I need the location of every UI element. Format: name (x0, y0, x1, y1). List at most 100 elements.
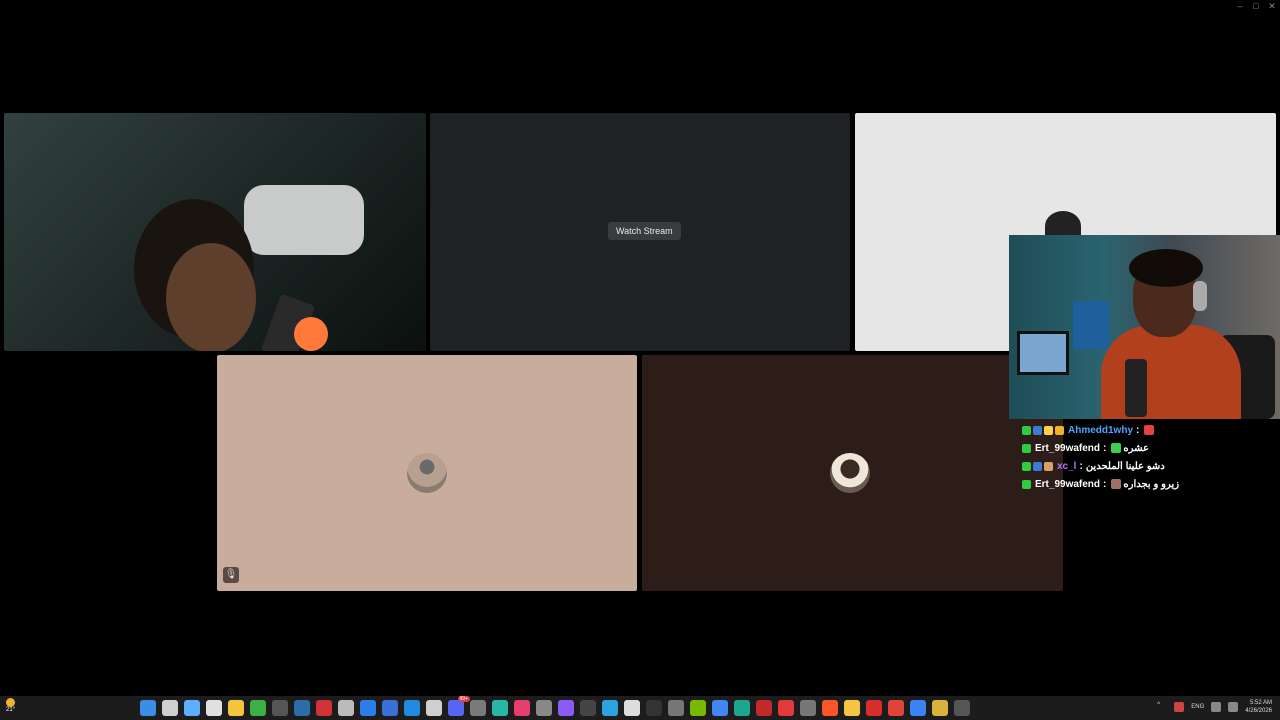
app-blue-icon[interactable] (382, 700, 398, 716)
wall-poster (1073, 301, 1109, 349)
chat-emote-icon (1144, 425, 1155, 435)
chat-username[interactable]: Ert_99wafend (1035, 443, 1100, 454)
weather-icon (6, 698, 16, 707)
chat-overlay: Ahmedd1why: Ert_99wafend: عشره xc_l: دشو علي… (1022, 421, 1272, 493)
chrome-icon[interactable] (712, 700, 728, 716)
file-explorer-icon[interactable] (228, 700, 244, 716)
chat-emote-icon (1111, 443, 1122, 453)
chat-badge-icon (1022, 443, 1031, 453)
nvidia-icon[interactable] (690, 700, 706, 716)
copilot-icon[interactable] (184, 700, 200, 716)
wifi-icon[interactable] (1211, 702, 1222, 712)
chat-badge-icon (1044, 425, 1053, 435)
streamer-facecam (1009, 235, 1280, 419)
app-blue3-icon[interactable] (910, 700, 926, 716)
app-atom-icon[interactable] (470, 700, 486, 716)
chat-emote-icon (1111, 479, 1122, 489)
start-icon[interactable] (140, 700, 156, 716)
volume-icon[interactable] (1228, 702, 1239, 712)
chat-badge-icon (1055, 425, 1064, 435)
background-pillow (244, 185, 364, 255)
maximize-button[interactable]: □ (1248, 0, 1264, 12)
chat-username[interactable]: Ert_99wafend (1035, 479, 1100, 490)
avatar (407, 453, 447, 493)
chat-username[interactable]: xc_l (1057, 461, 1076, 472)
minimize-button[interactable]: – (1232, 0, 1248, 12)
system-tray: ^ ENG 5:52 AM 4/26/2026 (1157, 699, 1272, 715)
chat-message: Ahmedd1why: (1022, 421, 1272, 439)
app-medal-icon[interactable] (932, 700, 948, 716)
chat-badge-icon (1022, 461, 1031, 471)
tiktok-icon[interactable] (514, 700, 530, 716)
streamer-hair (1129, 249, 1203, 287)
app-teal-icon[interactable] (492, 700, 508, 716)
capcut-icon[interactable] (624, 700, 640, 716)
avatar (830, 453, 870, 493)
chat-badge-icon (1022, 425, 1031, 435)
app-rec-icon[interactable] (756, 700, 772, 716)
chat-message-text: زيرو و بجداره (1123, 478, 1180, 490)
mail-icon[interactable] (360, 700, 376, 716)
app-grid-icon[interactable] (668, 700, 684, 716)
avatar-tile-5[interactable] (642, 355, 1063, 591)
steam-icon[interactable] (294, 700, 310, 716)
app-music-icon[interactable] (800, 700, 816, 716)
chat-username[interactable]: Ahmedd1why (1068, 425, 1133, 436)
close-button[interactable]: ✕ (1264, 0, 1280, 12)
chat-separator: : (1103, 442, 1107, 454)
language-indicator[interactable]: ENG (1191, 704, 1204, 710)
app-s-icon[interactable] (580, 700, 596, 716)
desk-light (294, 317, 328, 351)
chat-separator: : (1079, 460, 1083, 472)
chat-message: Ert_99wafend: زيرو و بجداره (1022, 475, 1272, 493)
chat-separator: : (1136, 424, 1140, 436)
chat-message: xc_l: دشو علينا الملحدين (1022, 457, 1272, 475)
chat-badge-icon (1033, 461, 1042, 471)
app-grey-icon[interactable] (954, 700, 970, 716)
headset (1193, 281, 1207, 311)
github-icon[interactable] (536, 700, 552, 716)
microphone (1125, 359, 1147, 417)
brave-icon[interactable] (822, 700, 838, 716)
chat-badge-icon (1022, 479, 1031, 489)
app-yellow-icon[interactable] (844, 700, 860, 716)
avatar-tile-4[interactable]: 🎙 (217, 355, 637, 591)
app-dark-icon[interactable] (646, 700, 662, 716)
notepad-icon[interactable] (426, 700, 442, 716)
clock-date: 4/26/2026 (1245, 708, 1272, 714)
mic-icon[interactable] (1174, 702, 1185, 712)
chat-separator: : (1103, 478, 1107, 490)
clock[interactable]: 5:52 AM 4/26/2026 (1245, 699, 1272, 715)
chat-message-text: عشره (1123, 442, 1150, 454)
task-view-icon[interactable] (206, 700, 222, 716)
weather-widget[interactable]: 21° (6, 698, 15, 713)
edge-icon[interactable] (734, 700, 750, 716)
telegram-icon[interactable] (602, 700, 618, 716)
app-car-icon[interactable] (888, 700, 904, 716)
monitor (1017, 331, 1069, 375)
app-gear-icon[interactable] (338, 700, 354, 716)
terminal-icon[interactable] (272, 700, 288, 716)
chat-badge-icon (1044, 461, 1053, 471)
app-red3-icon[interactable] (866, 700, 882, 716)
stream-tile[interactable]: Watch Stream (430, 113, 850, 351)
clock-time: 5:52 AM (1249, 700, 1272, 706)
window-controls: – □ ✕ (1232, 0, 1280, 12)
watch-stream-button[interactable]: Watch Stream (608, 222, 681, 240)
app-purple-icon[interactable] (558, 700, 574, 716)
webcam-tile-1[interactable] (4, 113, 426, 351)
xbox-icon[interactable] (250, 700, 266, 716)
chevron-up-icon[interactable]: ^ (1157, 702, 1167, 712)
notification-badge: 99+ (457, 696, 470, 702)
app-blue2-icon[interactable] (404, 700, 420, 716)
weather-temp: 21° (6, 707, 16, 713)
taskbar-apps: 99+ (140, 696, 970, 716)
participant-face (166, 243, 256, 351)
taskbar: 21° 99+ ^ ENG 5:52 AM 4/26/2026 (0, 696, 1280, 720)
app-red2-icon[interactable] (778, 700, 794, 716)
search-icon[interactable] (162, 700, 178, 716)
app-red-icon[interactable] (316, 700, 332, 716)
chat-message-text: دشو علينا الملحدين (1085, 460, 1165, 472)
chat-message: Ert_99wafend: عشره (1022, 439, 1272, 457)
discord-icon[interactable]: 99+ (448, 696, 470, 716)
